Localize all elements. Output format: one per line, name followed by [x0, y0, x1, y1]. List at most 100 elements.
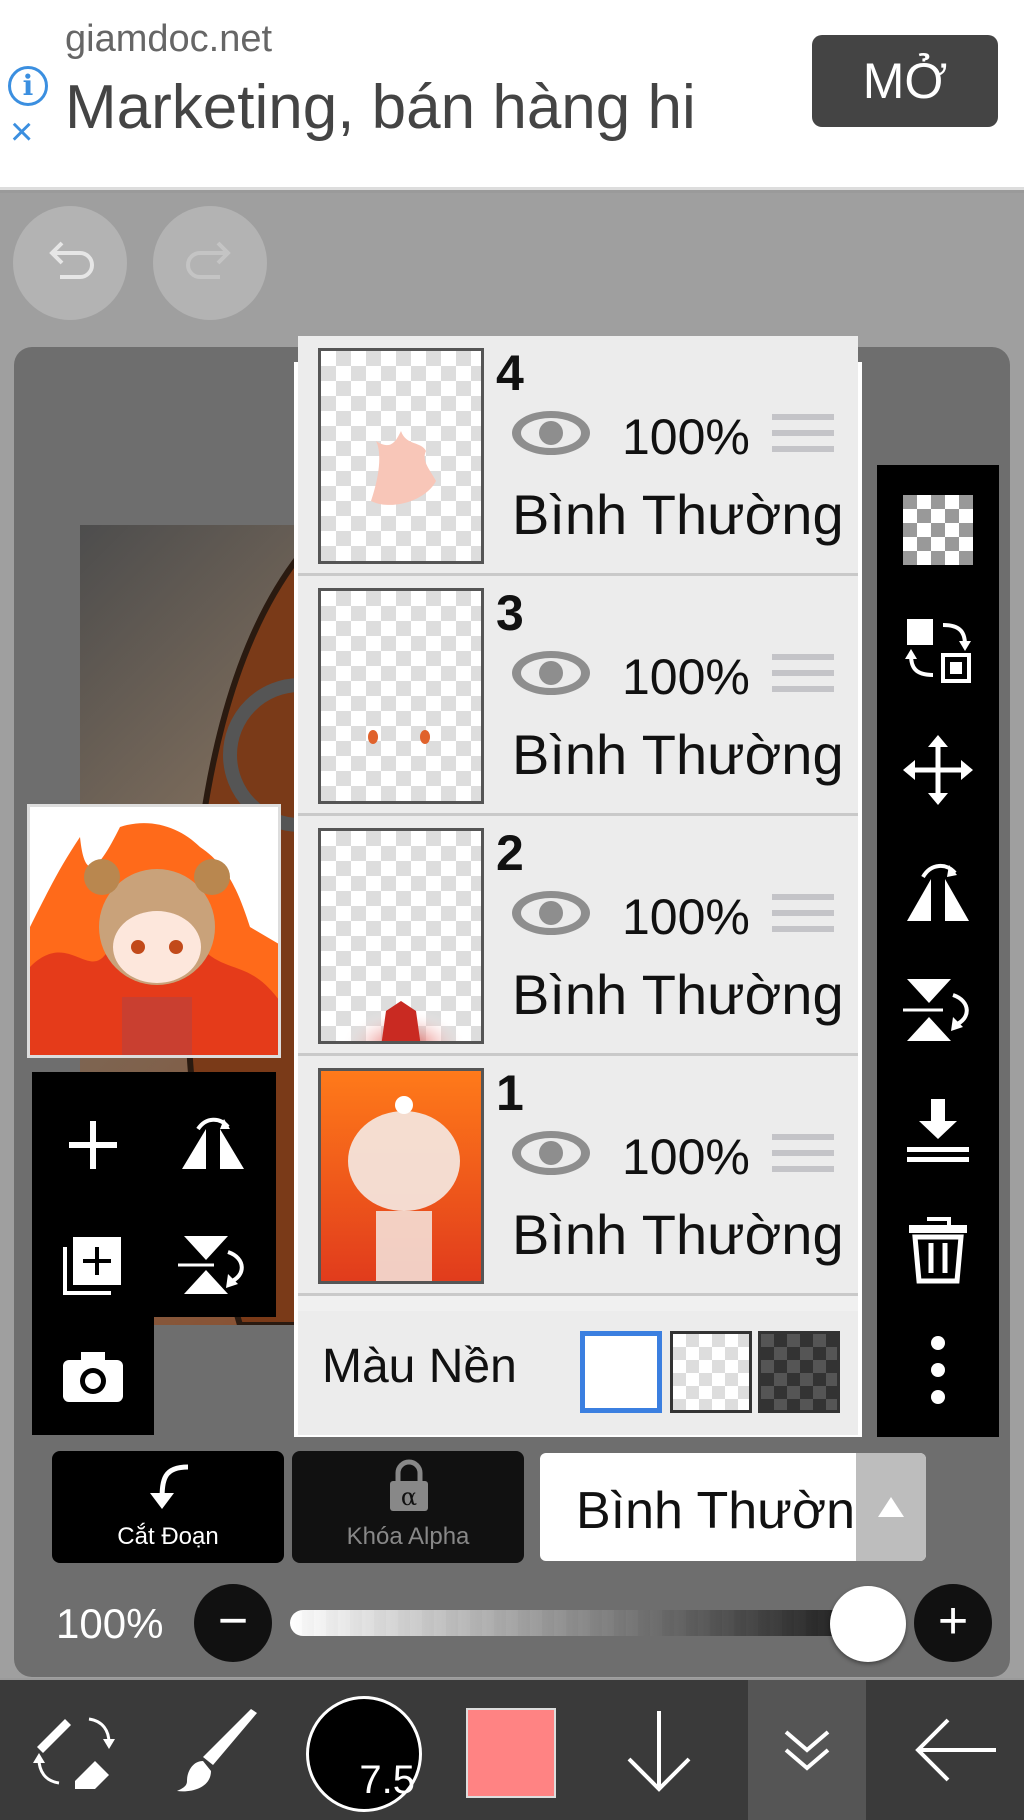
delete-layer-button[interactable] — [897, 1209, 979, 1291]
layer-number: 2 — [496, 825, 524, 881]
checkerboard-icon — [903, 495, 973, 565]
flip-vertical-button[interactable] — [897, 969, 979, 1051]
redo-button[interactable] — [153, 206, 267, 320]
triangle-up-icon — [878, 1497, 904, 1517]
flip-vertical-icon — [178, 1236, 244, 1294]
layer-number: 4 — [496, 345, 524, 401]
layer-opacity[interactable]: 100% — [622, 408, 750, 466]
move-icon — [903, 735, 973, 805]
opacity-value: 100% — [56, 1600, 164, 1647]
close-icon[interactable]: × — [10, 112, 33, 152]
layer-number: 1 — [496, 1065, 524, 1121]
trash-icon — [909, 1217, 967, 1284]
layer-blend-mode[interactable]: Bình Thường — [512, 722, 844, 787]
blend-mode-select[interactable]: Bình Thường — [540, 1453, 926, 1561]
arrow-left-icon — [915, 1718, 996, 1782]
opacity-slider[interactable] — [290, 1610, 900, 1636]
layer-row-3[interactable]: 3 100% Bình Thường — [298, 576, 858, 816]
move-button[interactable] — [897, 729, 979, 811]
lock-icon: α — [390, 1459, 428, 1511]
swap-icon — [905, 619, 971, 683]
drag-handle-icon[interactable] — [772, 414, 834, 462]
duplicate-layer-button[interactable] — [48, 1220, 138, 1310]
opacity-increase-button[interactable]: + — [914, 1584, 992, 1662]
brush-size-value: 7.5 — [359, 1758, 415, 1802]
brush-icon — [177, 1709, 257, 1792]
eye-icon[interactable] — [510, 888, 592, 938]
layers-button[interactable] — [748, 1680, 866, 1820]
ad-banner[interactable]: i × giamdoc.net Marketing, bán hàng hi M… — [0, 0, 1024, 190]
transparency-button[interactable] — [897, 489, 979, 571]
eye-icon[interactable] — [510, 1128, 592, 1178]
layers-panel[interactable]: 4 100% Bình Thường 3 100% Bình Thường 2 … — [294, 336, 862, 1437]
more-options-button[interactable] — [897, 1329, 979, 1411]
brush-size-button[interactable]: 7.5 — [306, 1696, 422, 1812]
layer-blend-mode[interactable]: Bình Thường — [512, 962, 844, 1027]
background-color-label: Màu Nền — [322, 1340, 517, 1393]
background-color-row: Màu Nền — [298, 1311, 858, 1435]
drag-handle-icon[interactable] — [772, 894, 834, 942]
add-layer-button[interactable] — [48, 1100, 138, 1190]
clipping-button[interactable]: Cắt Đoạn — [52, 1451, 284, 1563]
color-picker-button[interactable] — [466, 1708, 556, 1798]
eye-icon[interactable] — [510, 408, 592, 458]
flip-vertical-button[interactable] — [168, 1220, 258, 1310]
plus-icon — [69, 1121, 117, 1169]
camera-button[interactable] — [48, 1331, 138, 1421]
dropdown-button[interactable] — [856, 1453, 926, 1561]
ad-headline[interactable]: Marketing, bán hàng hi — [65, 72, 765, 143]
layer-opacity[interactable]: 100% — [622, 888, 750, 946]
svg-text:α: α — [401, 1483, 417, 1511]
tool-switch-button[interactable] — [24, 1680, 124, 1820]
flip-horizontal-button[interactable] — [168, 1100, 258, 1190]
layer-opacity[interactable]: 100% — [622, 648, 750, 706]
flip-horizontal-button[interactable] — [897, 849, 979, 931]
clipping-label: Cắt Đoạn — [117, 1523, 219, 1550]
layer-down-button[interactable] — [614, 1680, 704, 1820]
chevrons-down-icon — [784, 1730, 830, 1771]
merge-down-button[interactable] — [897, 1089, 979, 1171]
ad-open-button[interactable]: MỞ — [812, 35, 998, 127]
left-tool-panel — [32, 1072, 276, 1317]
flip-vertical-icon — [903, 979, 969, 1041]
drag-handle-icon[interactable] — [772, 1134, 834, 1182]
layer-thumbnail[interactable] — [318, 588, 484, 804]
alpha-lock-button[interactable]: α Khóa Alpha — [292, 1451, 524, 1563]
layer-opacity[interactable]: 100% — [622, 1128, 750, 1186]
drag-handle-icon[interactable] — [772, 654, 834, 702]
eye-icon[interactable] — [510, 648, 592, 698]
alpha-lock-label: Khóa Alpha — [346, 1523, 470, 1550]
layer-blend-mode[interactable]: Bình Thường — [512, 482, 844, 547]
layer-thumbnail[interactable] — [318, 348, 484, 564]
back-button[interactable] — [900, 1680, 1010, 1820]
brush-eraser-swap-icon — [33, 1717, 115, 1789]
layer-thumbnail[interactable] — [318, 828, 484, 1044]
flip-horizontal-icon — [907, 864, 969, 921]
swap-layer-button[interactable] — [897, 609, 979, 691]
layer-row-4[interactable]: 4 100% Bình Thường — [298, 336, 858, 576]
ad-source: giamdoc.net — [65, 18, 273, 60]
opacity-decrease-button[interactable]: − — [194, 1584, 272, 1662]
canvas-thumbnail — [27, 804, 281, 1058]
background-transparent-dark-swatch[interactable] — [758, 1331, 840, 1413]
opacity-slider-handle[interactable] — [830, 1586, 906, 1662]
right-tool-panel — [877, 465, 999, 1437]
merge-down-icon — [907, 1099, 969, 1162]
flip-horizontal-icon — [182, 1117, 244, 1169]
brush-button[interactable] — [168, 1680, 268, 1820]
layer-blend-mode[interactable]: Bình Thường — [512, 1202, 844, 1267]
duplicate-icon — [63, 1237, 121, 1295]
info-icon[interactable]: i — [8, 66, 48, 106]
background-transparent-light-swatch[interactable] — [670, 1331, 752, 1413]
camera-tool-panel — [32, 1315, 154, 1435]
redo-icon — [186, 241, 231, 279]
layer-thumbnail[interactable] — [318, 1068, 484, 1284]
arrow-down-icon — [627, 1711, 691, 1792]
layer-row-2[interactable]: 2 100% Bình Thường — [298, 816, 858, 1056]
undo-button[interactable] — [13, 206, 127, 320]
layer-row-1[interactable]: 1 100% Bình Thường — [298, 1056, 858, 1296]
undo-icon — [49, 241, 94, 279]
blend-mode-value: Bình Thường — [576, 1482, 884, 1540]
background-white-swatch[interactable] — [580, 1331, 662, 1413]
bottom-toolbar: 7.5 — [0, 1680, 1024, 1820]
